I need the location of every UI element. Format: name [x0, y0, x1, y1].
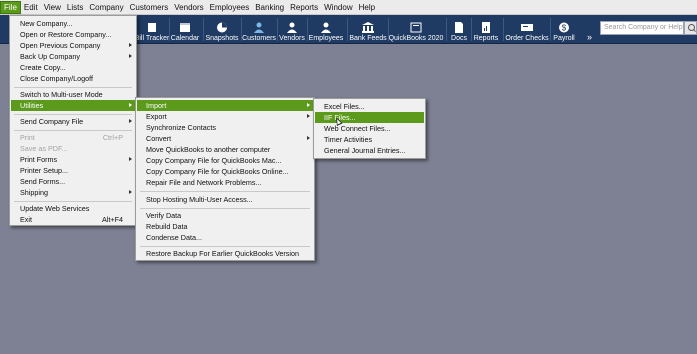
bill-tracker-icon	[148, 23, 156, 32]
utilities-move-quickbooks[interactable]: Move QuickBooks to another computer	[137, 144, 313, 155]
file-switch-multi-user[interactable]: Switch to Multi-user Mode	[11, 89, 135, 100]
docs-icon	[455, 22, 463, 33]
file-print: Print Ctrl+P	[20, 133, 123, 142]
file-back-up-company[interactable]: Back Up Company	[11, 51, 135, 62]
toolbar-calendar-button[interactable]: Calendar	[170, 15, 200, 44]
file-send-company-file[interactable]: Send Company File	[11, 116, 135, 127]
import-iif-files[interactable]: IIF Files...	[315, 112, 424, 123]
utilities-copy-for-online[interactable]: Copy Company File for QuickBooks Online.…	[137, 166, 313, 177]
import-general-journal-entries[interactable]: General Journal Entries...	[315, 145, 424, 156]
customers-icon	[254, 22, 264, 33]
bank-icon	[362, 22, 374, 33]
employees-icon	[321, 22, 331, 33]
file-new-company[interactable]: New Company...	[11, 18, 135, 29]
file-send-forms[interactable]: Send Forms...	[11, 176, 135, 187]
menu-view[interactable]: View	[41, 1, 64, 14]
toolbar-reports-button[interactable]: Reports	[472, 15, 500, 44]
menu-vendors[interactable]: Vendors	[171, 1, 206, 14]
toolbar-quickbooks-2020-button[interactable]: QuickBooks 2020	[389, 15, 443, 44]
utilities-rebuild-data[interactable]: Rebuild Data	[137, 221, 313, 232]
file-utilities[interactable]: Utilities	[11, 100, 135, 111]
file-save-as-pdf: Save as PDF...	[20, 144, 68, 153]
menu-lists[interactable]: Lists	[64, 1, 86, 14]
menu-window[interactable]: Window	[321, 1, 355, 14]
menu-help[interactable]: Help	[356, 1, 378, 14]
toolbar-order-checks-button[interactable]: Order Checks	[505, 15, 549, 44]
utilities-repair-file[interactable]: Repair File and Network Problems...	[137, 177, 313, 188]
chevron-right-icon	[129, 43, 132, 47]
pie-chart-icon	[217, 22, 227, 33]
chevron-right-icon	[129, 119, 132, 123]
chevron-right-icon	[129, 103, 132, 107]
utilities-copy-for-mac[interactable]: Copy Company File for QuickBooks Mac...	[137, 155, 313, 166]
order-checks-icon	[521, 24, 533, 31]
menu-file[interactable]: File	[0, 0, 21, 14]
file-close-company[interactable]: Close Company/Logoff	[11, 73, 135, 84]
utilities-verify-data[interactable]: Verify Data	[137, 210, 313, 221]
calendar-icon	[180, 23, 190, 32]
menu-company[interactable]: Company	[86, 1, 126, 14]
search-icon[interactable]	[684, 21, 697, 35]
import-web-connect-files[interactable]: Web Connect Files...	[315, 123, 424, 134]
file-printer-setup[interactable]: Printer Setup...	[11, 165, 135, 176]
import-submenu: Excel Files... IIF Files... Web Connect …	[313, 98, 426, 159]
vendors-icon	[287, 22, 297, 33]
file-open-previous-company[interactable]: Open Previous Company	[11, 40, 135, 51]
chevron-right-icon	[129, 157, 132, 161]
toolbar-bill-tracker-button[interactable]: Bill Tracker	[135, 15, 169, 44]
menu-employees[interactable]: Employees	[207, 1, 253, 14]
file-menu: New Company... Open or Restore Company..…	[9, 15, 137, 226]
import-timer-activities[interactable]: Timer Activities	[315, 134, 424, 145]
menu-customers[interactable]: Customers	[127, 1, 172, 14]
utilities-stop-hosting[interactable]: Stop Hosting Multi-User Access...	[137, 194, 313, 205]
chevron-right-icon	[307, 103, 310, 107]
toolbar-payroll-button[interactable]: $ Payroll	[552, 15, 576, 44]
utilities-synchronize-contacts[interactable]: Synchronize Contacts	[137, 122, 313, 133]
chevron-right-icon	[129, 190, 132, 194]
menu-banking[interactable]: Banking	[252, 1, 287, 14]
payroll-icon: $	[559, 22, 569, 33]
file-open-restore-company[interactable]: Open or Restore Company...	[11, 29, 135, 40]
chevron-right-icon	[307, 114, 310, 118]
toolbar-bank-feeds-button[interactable]: Bank Feeds	[349, 15, 387, 44]
menu-bar: File Edit View Lists Company Customers V…	[0, 0, 697, 15]
chevron-right-icon	[129, 54, 132, 58]
import-excel-files[interactable]: Excel Files...	[315, 101, 424, 112]
utilities-convert[interactable]: Convert	[137, 133, 313, 144]
file-print-forms[interactable]: Print Forms	[11, 154, 135, 165]
toolbar-more-icon[interactable]: »	[587, 32, 592, 42]
menu-edit[interactable]: Edit	[21, 1, 41, 14]
utilities-condense-data[interactable]: Condense Data...	[137, 232, 313, 243]
reports-icon	[482, 22, 490, 33]
menu-reports[interactable]: Reports	[287, 1, 321, 14]
toolbar-snapshots-button[interactable]: Snapshots	[204, 15, 240, 44]
toolbar-docs-button[interactable]: Docs	[448, 15, 470, 44]
search-input[interactable]: Search Company or Help	[600, 21, 684, 35]
file-update-web-services[interactable]: Update Web Services	[11, 203, 135, 214]
chevron-right-icon	[307, 136, 310, 140]
utilities-import[interactable]: Import	[137, 100, 313, 111]
utilities-export[interactable]: Export	[137, 111, 313, 122]
toolbar-employees-button[interactable]: Employees	[308, 15, 344, 44]
svg-text:$: $	[562, 24, 567, 33]
file-create-copy[interactable]: Create Copy...	[11, 62, 135, 73]
file-exit[interactable]: Exit Alt+F4	[11, 214, 135, 225]
utilities-submenu: Import Export Synchronize Contacts Conve…	[135, 97, 315, 261]
quickbooks-icon	[410, 22, 422, 33]
toolbar-vendors-button[interactable]: Vendors	[278, 15, 306, 44]
file-shipping[interactable]: Shipping	[11, 187, 135, 198]
toolbar-customers-button[interactable]: Customers	[242, 15, 276, 44]
utilities-restore-backup[interactable]: Restore Backup For Earlier QuickBooks Ve…	[137, 248, 313, 259]
